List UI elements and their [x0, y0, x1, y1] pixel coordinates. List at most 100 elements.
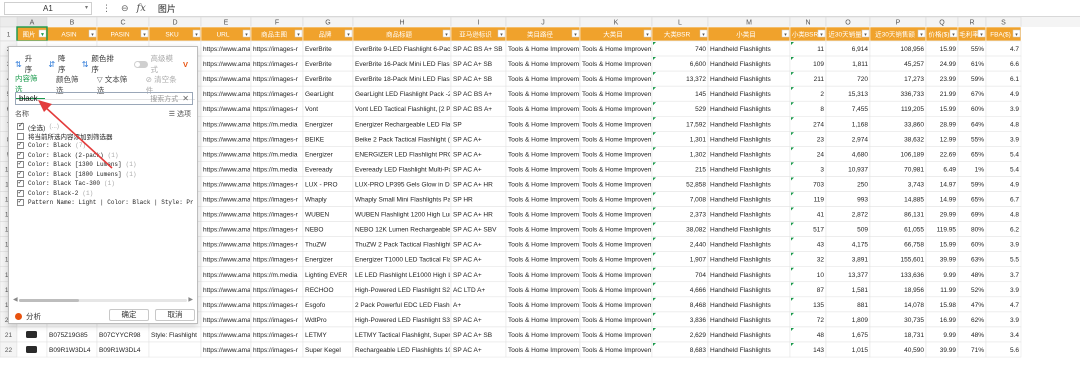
column-letter[interactable]: K — [614, 20, 619, 27]
chevron-down-icon[interactable]: ▼ — [40, 32, 45, 38]
filter-checkbox[interactable] — [17, 132, 24, 140]
cell-value: Tools & Home Improvement — [508, 227, 588, 234]
cell-value: 80% — [971, 227, 984, 234]
filter-checkbox[interactable] — [17, 150, 24, 159]
select-all-corner[interactable] — [0, 17, 18, 28]
close-icon[interactable]: ✕ — [182, 94, 189, 103]
column-letter[interactable]: C — [120, 20, 125, 27]
filter-search-box[interactable]: 搜索方式 ✕ — [15, 92, 193, 105]
filter-list-item[interactable]: Color: Black(7) — [17, 140, 193, 151]
advanced-mode-toggle[interactable]: 高级模式 V — [133, 53, 188, 75]
header-label: 商品标题 — [386, 30, 413, 39]
scroll-left-icon[interactable]: ◀ — [13, 296, 18, 303]
scroll-right-icon[interactable]: ▶ — [188, 296, 193, 303]
cell-value: 62% — [971, 317, 984, 324]
column-letter[interactable]: Q — [939, 20, 945, 27]
column-letter[interactable]: G — [325, 20, 330, 27]
toggle-switch[interactable] — [133, 60, 148, 68]
filter-list-item[interactable]: Color: Black-2(1) — [17, 188, 193, 199]
filter-list-item[interactable]: Color: Black Tac-300(1) — [17, 178, 193, 189]
filter-list-item[interactable]: (全选)(...) — [17, 122, 193, 132]
filter-panel: ⇅ 升序 ⇵ 降序 ⇅ 颜色排序 高级模式 V 内容筛选 颜色筛选 ▽ 文本筛选 ⊘ 清… — [8, 46, 198, 324]
menu-icon: ☰ — [168, 111, 177, 118]
column-letter[interactable]: A — [30, 20, 35, 27]
cell-value: 15.98 — [940, 302, 957, 309]
sort-ascending-button[interactable]: ⇅ 升序 — [15, 53, 39, 75]
cell-value: 23.99 — [940, 76, 957, 83]
column-letter[interactable]: N — [805, 20, 810, 27]
column-letter[interactable]: L — [678, 20, 682, 27]
cell-value: 2 — [820, 91, 824, 98]
product-thumbnail — [26, 330, 37, 338]
cell-value: 529 — [695, 106, 706, 113]
cell-value: Handheld Flashlights — [710, 181, 771, 188]
search-mode-button[interactable]: 搜索方式 — [150, 94, 178, 104]
column-letter[interactable]: R — [969, 20, 974, 27]
cell-value: 22.69 — [940, 151, 957, 158]
cell-value: https://www.ama — [203, 181, 251, 188]
filter-checkbox[interactable] — [17, 159, 24, 169]
cell-value: Handheld Flashlights — [710, 197, 771, 204]
filter-item-count: (...) — [49, 123, 60, 131]
cell-value: 86,131 — [904, 212, 924, 219]
function-icon[interactable]: fx — [137, 3, 146, 14]
cancel-button[interactable]: 取消 — [155, 309, 195, 321]
column-letter[interactable]: I — [478, 20, 480, 27]
column-letter[interactable]: H — [399, 20, 404, 27]
column-letter[interactable]: O — [845, 20, 851, 27]
scroll-thumb[interactable] — [19, 299, 79, 302]
filter-checkbox[interactable] — [17, 169, 24, 178]
column-letter[interactable]: D — [172, 20, 177, 27]
cell-value: SP — [453, 121, 462, 128]
filter-list-item[interactable]: Pattern Name: Light | Color: Black | Sty… — [17, 197, 193, 208]
name-box[interactable]: A1 ▾ — [4, 1, 92, 15]
cell-value: 3.4 — [1010, 332, 1019, 339]
cell-value: Tools & Home Improvement — [582, 212, 662, 219]
filter-checkbox[interactable] — [17, 178, 24, 188]
cell-value: 9.99 — [943, 332, 956, 339]
cell-value: 18,956 — [904, 287, 924, 294]
column-letter[interactable]: P — [896, 20, 901, 27]
chevron-down-icon[interactable]: ▾ — [85, 3, 88, 14]
filter-list-item[interactable]: Color: Black (2-pack)(1) — [17, 150, 193, 161]
table-cell[interactable] — [148, 341, 202, 358]
filter-checkbox[interactable] — [17, 140, 24, 150]
cell-value: 1,302 — [690, 151, 707, 158]
cell-value: Handheld Flashlights — [710, 212, 771, 219]
formula-input[interactable]: 图片 — [158, 2, 176, 15]
analyze-button[interactable]: 分析 — [15, 311, 41, 322]
panel-horizontal-scrollbar[interactable]: ◀ ▶ — [13, 297, 193, 303]
filter-checkbox[interactable] — [17, 188, 24, 197]
sort-by-color-button[interactable]: ⇅ 颜色排序 — [82, 53, 121, 75]
cell-value: GearLight — [305, 91, 334, 98]
filter-list-item[interactable]: Color: Black [1800 Lumens](1) — [17, 169, 193, 180]
row-number: 22 — [5, 347, 13, 354]
cell-value: SP AC A+ SB — [453, 76, 492, 83]
cell-value: SP HR — [453, 197, 473, 204]
list-options-button[interactable]: ☰ 选项 — [169, 109, 191, 119]
filter-checkbox[interactable] — [17, 122, 24, 131]
ok-button[interactable]: 确定 — [109, 309, 149, 321]
sort-descending-button[interactable]: ⇵ 降序 — [48, 53, 72, 75]
filter-checkbox[interactable] — [17, 197, 24, 207]
cell-value: Handheld Flashlights — [710, 76, 771, 83]
zoom-icon[interactable]: ⊖ — [121, 3, 129, 14]
filter-list-item[interactable]: 将当前所选内容添加到筛选器 — [17, 132, 193, 141]
cell-value: B075Z19G85 — [49, 332, 88, 339]
cell-value: Tools & Home Improvement — [582, 121, 662, 128]
cell-value: 145 — [695, 91, 706, 98]
column-letter[interactable]: E — [224, 20, 229, 27]
cell-value: NEBO — [305, 227, 323, 234]
column-letter[interactable]: B — [70, 20, 75, 27]
column-letter[interactable]: M — [746, 20, 752, 27]
column-letter[interactable]: F — [275, 20, 279, 27]
cell-value: 215 — [695, 166, 706, 173]
filter-search-input[interactable] — [19, 94, 139, 103]
header-label: URL — [216, 32, 229, 39]
column-letter[interactable]: S — [1001, 20, 1006, 27]
filter-list-item[interactable]: Color: Black [1300 Lumens](1) — [17, 159, 193, 170]
cell-value: SP AC A+ — [453, 136, 482, 143]
column-letter[interactable]: J — [541, 20, 545, 27]
cell-value: 6.1 — [1010, 76, 1019, 83]
filter-item-count: (1) — [104, 180, 115, 188]
